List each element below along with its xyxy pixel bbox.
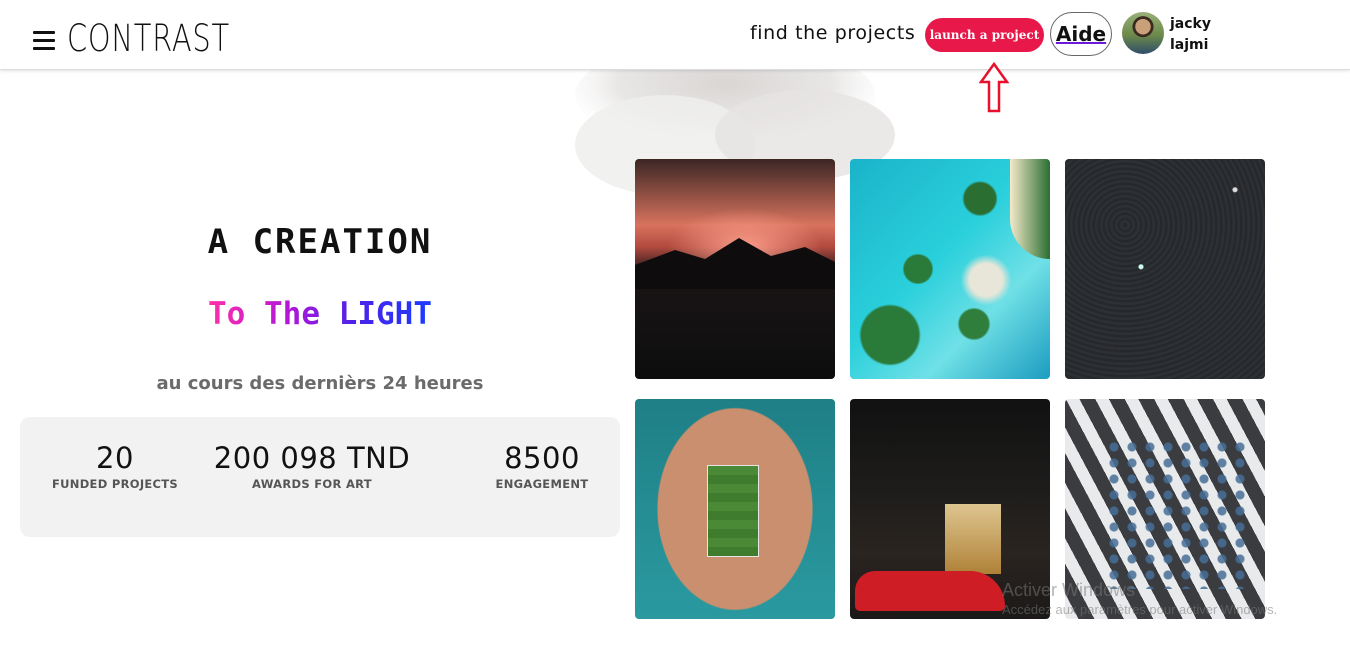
stat-label: FUNDED PROJECTS <box>51 477 179 491</box>
hamburger-menu-icon[interactable] <box>33 31 55 50</box>
user-first-name: jacky <box>1170 16 1211 32</box>
user-name[interactable]: jacky lajmi <box>1170 14 1230 56</box>
stat-value: 200 098 TND <box>213 441 411 475</box>
user-avatar[interactable] <box>1122 12 1164 54</box>
gallery-image-night-sea-boat[interactable] <box>1065 159 1265 379</box>
gallery-image-tropical-islands[interactable] <box>850 159 1050 379</box>
watermark-text: Accédez aux paramètres pour activer Wind… <box>1002 602 1278 617</box>
gallery-image-island-football-field[interactable] <box>635 399 835 619</box>
watermark-title: Activer Windows <box>1002 580 1136 600</box>
arrow-up-icon <box>979 62 1009 113</box>
launch-project-button[interactable]: launch a project <box>925 18 1044 52</box>
stat-awards: 200 098 TND AWARDS FOR ART <box>205 441 419 491</box>
top-navbar: CONTRAST find the projects launch a proj… <box>0 0 1350 70</box>
find-projects-link[interactable]: find the projects <box>750 22 915 44</box>
hero-subtitle: To The LIGHT <box>208 296 432 332</box>
site-logo[interactable]: CONTRAST <box>67 19 230 59</box>
hero-subtitle-wrapper: To The LIGHT <box>20 296 620 332</box>
stat-funded-projects: 20 FUNDED PROJECTS <box>48 441 182 491</box>
help-button[interactable]: Aide <box>1050 12 1112 56</box>
hero-title: A CREATION <box>207 222 433 262</box>
hero-caption: au cours des dernièrs 24 heures <box>156 373 484 394</box>
user-last-name: lajmi <box>1170 37 1209 53</box>
gallery-image-sunset-mountains[interactable] <box>635 159 835 379</box>
stat-engagement: 8500 ENGAGEMENT <box>486 441 598 491</box>
windows-activation-watermark: Activer Windows Accédez aux paramètres p… <box>1002 580 1277 617</box>
stat-value: 20 <box>96 441 134 475</box>
stat-label: AWARDS FOR ART <box>252 477 372 491</box>
stat-value: 8500 <box>504 441 580 475</box>
stats-panel: 20 FUNDED PROJECTS 200 098 TND AWARDS FO… <box>20 417 620 537</box>
stat-label: ENGAGEMENT <box>495 477 589 491</box>
